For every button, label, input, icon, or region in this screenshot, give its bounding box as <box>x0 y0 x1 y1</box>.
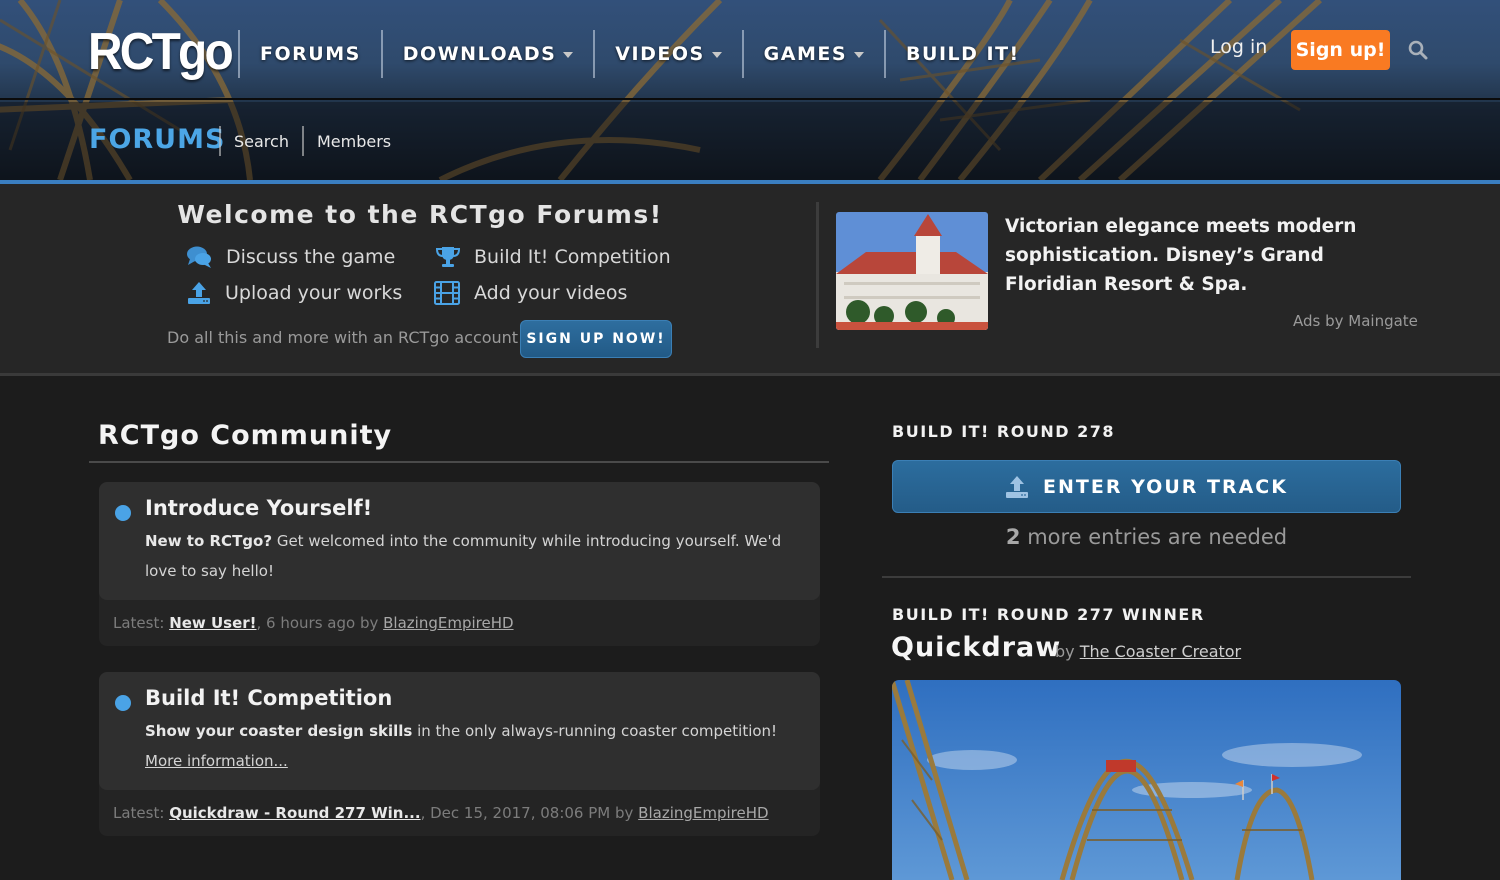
sidebar-divider <box>882 576 1411 578</box>
unread-indicator-icon <box>115 695 131 711</box>
chat-bubbles-icon <box>187 246 211 268</box>
forum-latest-post: Latest: New User!, 6 hours ago by Blazin… <box>99 600 820 646</box>
forum-description: New to RCTgo? Get welcomed into the comm… <box>145 526 790 586</box>
signup-now-button[interactable]: SIGN UP NOW! <box>520 320 672 358</box>
nav-item-build-it[interactable]: BUILD IT! <box>884 30 1040 78</box>
ad-attribution[interactable]: Ads by Maingate <box>1293 312 1418 330</box>
account-prompt: Do all this and more with an RCTgo accou… <box>167 328 524 347</box>
by-label: by <box>1055 642 1080 661</box>
login-link[interactable]: Log in <box>1210 36 1267 58</box>
section-title[interactable]: FORUMS <box>89 124 225 155</box>
winner-author-link[interactable]: The Coaster Creator <box>1080 642 1241 661</box>
search-icon[interactable] <box>1408 40 1428 60</box>
caret-down-icon <box>711 52 722 58</box>
latest-time: , 6 hours ago by <box>256 614 384 632</box>
nav-item-games[interactable]: GAMES <box>741 30 884 78</box>
ad-hotel-image[interactable] <box>836 212 988 330</box>
unread-indicator-icon <box>115 505 131 521</box>
build-it-round-heading: BUILD IT! ROUND 278 <box>892 422 1115 441</box>
enter-track-label: ENTER YOUR TRACK <box>1043 475 1288 498</box>
feature-videos: Add your videos <box>434 281 627 305</box>
nav-label: DOWNLOADS <box>402 43 557 65</box>
forum-link[interactable]: Build It! Competition Show your coaster … <box>99 672 820 790</box>
winner-heading: BUILD IT! ROUND 277 WINNER <box>892 605 1205 624</box>
entries-label: more entries are needed <box>1020 525 1288 549</box>
feature-label: Upload your works <box>225 282 403 304</box>
feature-discuss: Discuss the game <box>186 245 395 269</box>
main-nav: FORUMS DOWNLOADS VIDEOS GAMES BUILD IT! <box>238 30 1040 78</box>
forum-name[interactable]: Introduce Yourself! <box>145 496 790 520</box>
nav-item-forums[interactable]: FORUMS <box>238 30 381 78</box>
nav-label: BUILD IT! <box>906 43 1020 65</box>
winner-track-name[interactable]: Quickdraw <box>891 632 1061 663</box>
more-information-link[interactable]: More information... <box>145 752 288 770</box>
latest-user-link[interactable]: BlazingEmpireHD <box>638 804 768 822</box>
latest-post-link[interactable]: New User! <box>169 614 256 632</box>
feature-upload: Upload your works <box>187 281 402 305</box>
desc-emphasis: Show your coaster design skills <box>145 722 413 740</box>
upload-icon <box>188 282 210 304</box>
community-title: RCTgo Community <box>98 420 393 451</box>
caret-down-icon <box>563 52 574 58</box>
latest-user-link[interactable]: BlazingEmpireHD <box>383 614 513 632</box>
forum-description: Show your coaster design skills in the o… <box>145 716 790 776</box>
latest-time: , Dec 15, 2017, 08:06 PM by <box>420 804 639 822</box>
forum-item-introduce-yourself: Introduce Yourself! New to RCTgo? Get we… <box>99 482 820 646</box>
subnav-members[interactable]: Members <box>301 126 404 156</box>
welcome-title: Welcome to the RCTgo Forums! <box>177 200 663 229</box>
latest-prefix: Latest: <box>113 804 170 822</box>
winner-coaster-image[interactable] <box>892 680 1401 880</box>
forums-subnav: Search Members <box>219 126 404 156</box>
trophy-icon <box>436 247 460 267</box>
subnav-search[interactable]: Search <box>219 126 302 156</box>
film-icon <box>434 281 460 305</box>
desc-text: in the only always-running coaster compe… <box>412 722 778 740</box>
upload-icon <box>1006 475 1029 498</box>
latest-post-link[interactable]: Quickdraw - Round 277 Win... <box>169 804 420 822</box>
feature-label: Build It! Competition <box>474 246 671 268</box>
winner-byline: by The Coaster Creator <box>1055 642 1241 661</box>
signup-button[interactable]: Sign up! <box>1291 30 1390 70</box>
forum-link[interactable]: Introduce Yourself! New to RCTgo? Get we… <box>99 482 820 600</box>
latest-prefix: Latest: <box>113 614 170 632</box>
nav-label: GAMES <box>763 43 848 65</box>
nav-item-downloads[interactable]: DOWNLOADS <box>380 30 594 78</box>
forum-name[interactable]: Build It! Competition <box>145 686 790 710</box>
feature-label: Discuss the game <box>226 246 396 268</box>
forum-item-build-it-competition: Build It! Competition Show your coaster … <box>99 672 820 836</box>
entries-needed-text: 2 more entries are needed <box>892 525 1401 549</box>
nav-label: FORUMS <box>260 43 361 65</box>
site-logo[interactable]: RCTgo <box>88 22 234 82</box>
feature-build-it: Build It! Competition <box>436 245 671 269</box>
section-divider <box>89 461 829 463</box>
feature-label: Add your videos <box>474 282 628 304</box>
entries-count: 2 <box>1005 525 1021 549</box>
forum-latest-post: Latest: Quickdraw - Round 277 Win..., De… <box>99 790 820 836</box>
ad-divider <box>816 202 819 348</box>
enter-your-track-button[interactable]: ENTER YOUR TRACK <box>892 460 1401 513</box>
desc-emphasis: New to RCTgo? <box>145 532 273 550</box>
site-header: RCTgo FORUMS DOWNLOADS VIDEOS GAMES BUIL… <box>0 0 1500 180</box>
nav-item-videos[interactable]: VIDEOS <box>593 30 741 78</box>
nav-label: VIDEOS <box>615 43 705 65</box>
ad-headline[interactable]: Victorian elegance meets modern sophisti… <box>1005 212 1405 299</box>
caret-down-icon <box>854 52 865 58</box>
